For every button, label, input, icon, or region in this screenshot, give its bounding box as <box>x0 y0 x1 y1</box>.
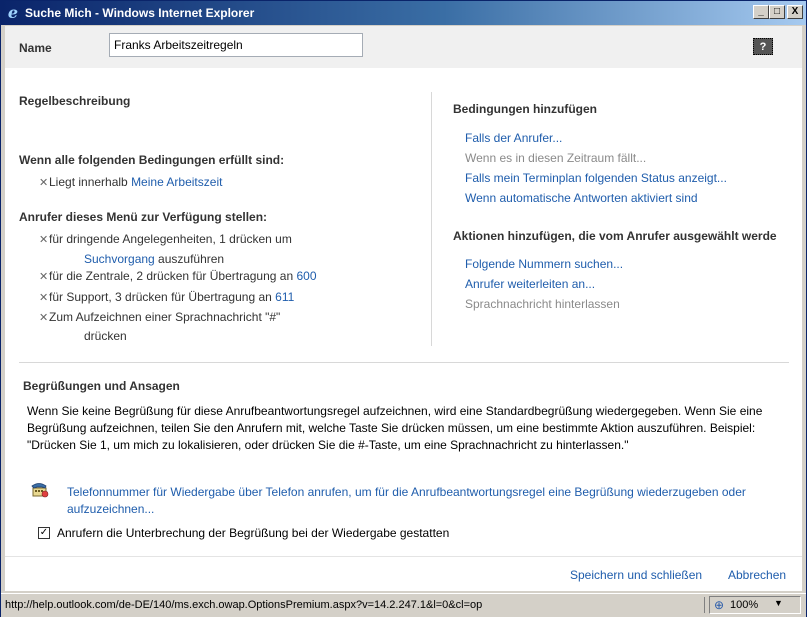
remove-icon[interactable]: ✕ <box>39 270 49 283</box>
remove-icon[interactable]: ✕ <box>39 233 49 246</box>
allow-interrupt-checkbox[interactable]: ✓ <box>38 527 50 539</box>
dialog-footer: Speichern und schließen Abbrechen <box>5 556 802 591</box>
dialog-content: Name ? Regelbeschreibung Wenn alle folge… <box>5 26 802 591</box>
status-url: http://help.outlook.com/de-DE/140/ms.exc… <box>5 599 483 611</box>
extension-600-link[interactable]: 600 <box>296 269 316 283</box>
search-link[interactable]: Suchvorgang <box>84 252 155 266</box>
conditions-summary-heading: Wenn alle folgenden Bedingungen erfüllt … <box>19 153 285 167</box>
menu-item-4: ✕Zum Aufzeichnen einer Sprachnachricht "… <box>39 310 281 324</box>
name-row: Name ? <box>5 26 802 68</box>
menu-item-1-line2: Suchvorgang auszuführen <box>84 252 225 266</box>
remove-icon[interactable]: ✕ <box>39 311 49 324</box>
rule-description-heading: Regelbeschreibung <box>19 94 131 108</box>
greetings-heading: Begrüßungen und Ansagen <box>23 379 180 393</box>
menu-item-3: ✕für Support, 3 drücken für Übertragung … <box>39 290 295 304</box>
extension-611-link[interactable]: 611 <box>275 290 294 304</box>
help-icon[interactable]: ? <box>753 38 773 55</box>
condition-schedule-link[interactable]: Falls mein Terminplan folgenden Status a… <box>465 171 727 185</box>
internet-explorer-icon: e <box>7 3 19 22</box>
add-conditions-heading: Bedingungen hinzufügen <box>453 102 597 116</box>
condition-item: ✕Liegt innerhalb Meine Arbeitszeit <box>39 175 223 189</box>
add-actions-heading: Aktionen hinzufügen, die vom Anrufer aus… <box>453 229 777 243</box>
status-bar: http://help.outlook.com/de-DE/140/ms.exc… <box>1 593 806 617</box>
title-bar[interactable]: e Suche Mich - Windows Internet Explorer… <box>1 1 806 25</box>
maximize-button[interactable]: □ <box>769 5 785 19</box>
condition-auto-reply-link[interactable]: Wenn automatische Antworten aktiviert si… <box>465 191 698 205</box>
condition-caller-link[interactable]: Falls der Anrufer... <box>465 131 562 145</box>
status-separator <box>704 597 705 613</box>
column-divider <box>431 92 432 346</box>
menu-item-2: ✕für die Zentrale, 2 drücken für Übertra… <box>39 269 317 283</box>
browser-window: e Suche Mich - Windows Internet Explorer… <box>0 0 807 617</box>
menu-item-4-line2: drücken <box>84 329 127 343</box>
close-button[interactable]: X <box>787 5 803 19</box>
action-find-numbers-link[interactable]: Folgende Nummern suchen... <box>465 257 623 271</box>
window-title: Suche Mich - Windows Internet Explorer <box>25 6 255 20</box>
chevron-down-icon[interactable]: ▼ <box>774 598 783 608</box>
action-voicemail-link: Sprachnachricht hinterlassen <box>465 297 620 311</box>
phone-icon <box>31 483 49 498</box>
menu-heading: Anrufer dieses Menü zur Verfügung stelle… <box>19 210 268 224</box>
action-forward-link[interactable]: Anrufer weiterleiten an... <box>465 277 595 291</box>
menu-item-1: ✕für dringende Angelegenheiten, 1 drücke… <box>39 232 292 246</box>
name-label: Name <box>19 41 52 55</box>
zoom-control[interactable]: ⊕ 100% ▼ <box>709 596 801 614</box>
zoom-level: 100% <box>730 599 759 611</box>
call-phone-link[interactable]: Telefonnummer für Wiedergabe über Telefo… <box>67 484 757 518</box>
greetings-description: Wenn Sie keine Begrüßung für diese Anruf… <box>27 404 763 452</box>
remove-icon[interactable]: ✕ <box>39 176 49 189</box>
allow-interrupt-label: Anrufern die Unterbrechung der Begrüßung… <box>57 526 450 540</box>
name-input[interactable] <box>109 33 363 57</box>
condition-timeframe-link: Wenn es in diesen Zeitraum fällt... <box>465 151 647 165</box>
section-divider <box>19 362 789 363</box>
minimize-button[interactable]: _ <box>753 5 769 19</box>
remove-icon[interactable]: ✕ <box>39 291 49 304</box>
zoom-icon: ⊕ <box>714 598 725 612</box>
cancel-button[interactable]: Abbrechen <box>728 568 786 582</box>
save-and-close-button[interactable]: Speichern und schließen <box>570 568 702 582</box>
working-hours-link[interactable]: Meine Arbeitszeit <box>131 175 222 189</box>
